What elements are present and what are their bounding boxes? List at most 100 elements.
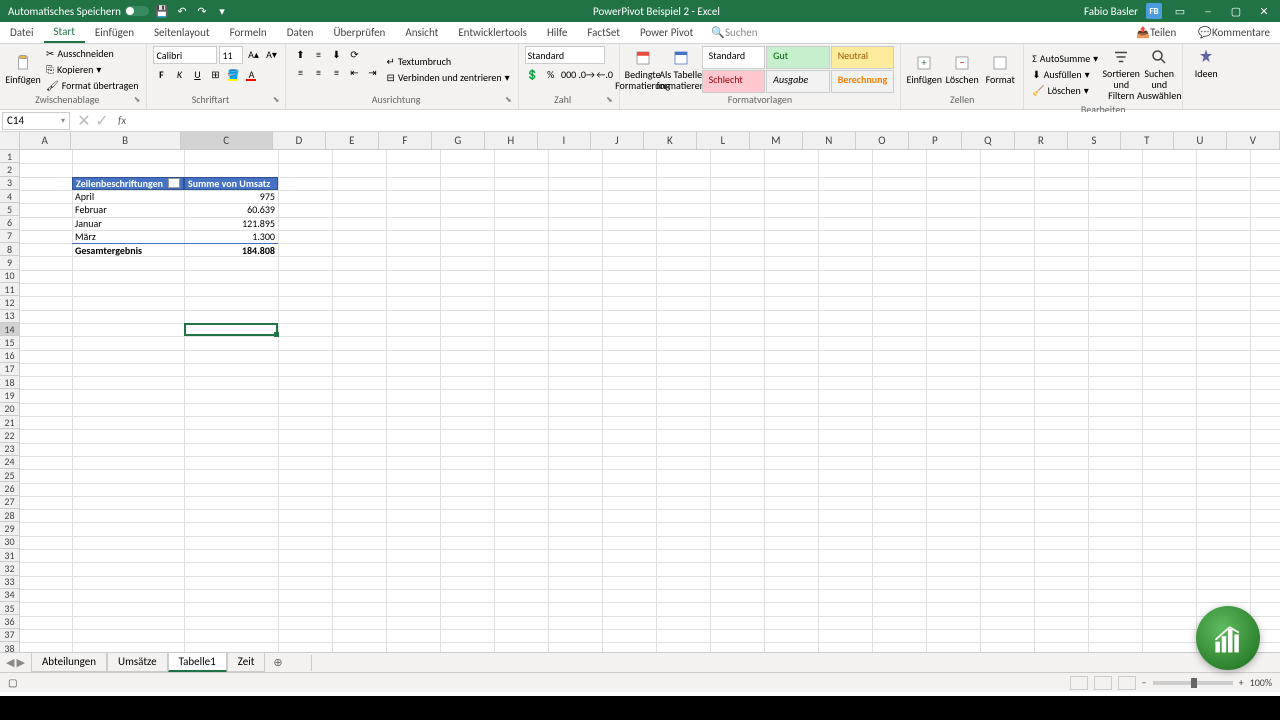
column-header[interactable]: K <box>644 132 697 150</box>
font-name-select[interactable] <box>153 46 217 64</box>
search-box[interactable]: 🔍 Suchen <box>703 22 765 43</box>
row-header[interactable]: 29 <box>0 522 20 535</box>
orientation-icon[interactable]: ⟳ <box>346 46 362 62</box>
minimize-icon[interactable]: ─ <box>1198 4 1218 18</box>
column-header[interactable]: M <box>750 132 803 150</box>
row-header[interactable]: 7 <box>0 230 20 243</box>
bold-button[interactable]: F <box>153 66 169 82</box>
style-schlecht[interactable]: Schlecht <box>702 70 766 93</box>
horizontal-scrollbar[interactable] <box>311 655 1280 671</box>
zoom-in-icon[interactable]: + <box>1239 676 1244 689</box>
name-box[interactable]: C14▾ <box>2 112 70 130</box>
row-header[interactable]: 14 <box>0 323 20 336</box>
font-color-button[interactable]: A <box>243 66 259 82</box>
currency-icon[interactable]: 💲 <box>525 66 541 82</box>
active-cell[interactable] <box>184 323 278 336</box>
column-header[interactable]: L <box>697 132 750 150</box>
row-header[interactable]: 19 <box>0 389 20 402</box>
row-header[interactable]: 5 <box>0 203 20 216</box>
row-header[interactable]: 34 <box>0 589 20 602</box>
spreadsheet-grid[interactable]: ABCDEFGHIJKLMNOPQRSTUV 12345678910111213… <box>0 132 1280 652</box>
indent-decrease-icon[interactable]: ⇤ <box>346 64 362 80</box>
filter-icon[interactable]: ▾ <box>168 178 180 188</box>
align-right-icon[interactable]: ≡ <box>328 64 344 80</box>
insert-cells-button[interactable]: +Einfügen <box>907 46 941 93</box>
row-header[interactable]: 20 <box>0 403 20 416</box>
row-header[interactable]: 33 <box>0 576 20 589</box>
row-header[interactable]: 9 <box>0 256 20 269</box>
style-standard[interactable]: Standard <box>702 46 766 69</box>
indent-increase-icon[interactable]: ⇥ <box>364 64 380 80</box>
row-header[interactable]: 15 <box>0 336 20 349</box>
underline-button[interactable]: U <box>189 66 205 82</box>
row-header[interactable]: 18 <box>0 376 20 389</box>
style-neutral[interactable]: Neutral <box>831 46 895 69</box>
align-bottom-icon[interactable]: ⬇ <box>328 46 344 62</box>
find-select-button[interactable]: Suchen und Auswählen <box>1142 46 1176 103</box>
redo-icon[interactable]: ↷ <box>195 4 209 18</box>
column-header[interactable]: R <box>1015 132 1068 150</box>
clipboard-launcher[interactable]: ⬊ <box>128 95 140 107</box>
row-header[interactable]: 37 <box>0 629 20 642</box>
style-ausgabe[interactable]: Ausgabe <box>766 70 830 93</box>
menu-tab-datei[interactable]: Datei <box>0 22 44 43</box>
comma-icon[interactable]: 000 <box>561 66 577 82</box>
column-header[interactable]: C <box>181 132 273 150</box>
row-header[interactable]: 10 <box>0 270 20 283</box>
row-header[interactable]: 24 <box>0 456 20 469</box>
copy-button[interactable]: ⎘ Kopieren ▾ <box>44 62 140 77</box>
paste-button[interactable]: Einfügen <box>6 46 40 93</box>
row-header[interactable]: 26 <box>0 482 20 495</box>
row-header[interactable]: 11 <box>0 283 20 296</box>
menu-tab-hilfe[interactable]: Hilfe <box>537 22 577 43</box>
autosum-button[interactable]: Σ AutoSumme ▾ <box>1030 51 1100 66</box>
share-button[interactable]: 📤 Teilen <box>1126 26 1186 39</box>
menu-tab-ansicht[interactable]: Ansicht <box>395 22 448 43</box>
align-left-icon[interactable]: ≡ <box>292 64 308 80</box>
column-header[interactable]: P <box>909 132 962 150</box>
fx-icon[interactable]: fx <box>114 114 130 127</box>
column-header[interactable]: O <box>856 132 909 150</box>
save-icon[interactable]: 💾 <box>155 4 169 18</box>
align-launcher[interactable]: ⬊ <box>500 95 512 107</box>
add-sheet-button[interactable]: ⊕ <box>265 656 290 669</box>
border-button[interactable]: ⊞ <box>207 66 223 82</box>
fill-color-button[interactable]: 🪣 <box>225 66 241 82</box>
ribbon-options-icon[interactable]: ▭ <box>1170 4 1190 18</box>
row-header[interactable]: 16 <box>0 349 20 362</box>
increase-font-icon[interactable]: A▴ <box>245 46 261 62</box>
format-cells-button[interactable]: Format <box>983 46 1017 93</box>
row-header[interactable]: 31 <box>0 549 20 562</box>
zoom-slider[interactable] <box>1153 681 1233 685</box>
percent-icon[interactable]: % <box>543 66 559 82</box>
align-center-icon[interactable]: ≡ <box>310 64 326 80</box>
menu-tab-factset[interactable]: FactSet <box>577 22 630 43</box>
zoom-out-icon[interactable]: − <box>1142 676 1147 689</box>
row-header[interactable]: 38 <box>0 642 20 652</box>
menu-tab-daten[interactable]: Daten <box>277 22 324 43</box>
number-format-select[interactable] <box>525 46 605 64</box>
sheet-tab[interactable]: Zeit <box>227 653 266 672</box>
next-sheet-icon[interactable]: ▶ <box>16 656 24 669</box>
italic-button[interactable]: K <box>171 66 187 82</box>
menu-tab-seitenlayout[interactable]: Seitenlayout <box>144 22 220 43</box>
sheet-tab[interactable]: Abteilungen <box>31 653 107 672</box>
page-break-view-icon[interactable] <box>1118 676 1136 690</box>
menu-tab-start[interactable]: Start <box>44 22 85 43</box>
row-header[interactable]: 22 <box>0 429 20 442</box>
ideas-button[interactable]: Ideen <box>1189 46 1223 81</box>
cut-button[interactable]: ✂ Ausschneiden <box>44 46 140 61</box>
style-gut[interactable]: Gut <box>766 46 830 69</box>
column-header[interactable]: N <box>803 132 856 150</box>
row-header[interactable]: 13 <box>0 310 20 323</box>
comments-button[interactable]: 💬 Kommentare <box>1188 26 1280 39</box>
row-header[interactable]: 2 <box>0 163 20 176</box>
decrease-font-icon[interactable]: A▾ <box>263 46 279 62</box>
wrap-text-button[interactable]: ↵ Textumbruch <box>384 54 511 69</box>
autosave-toggle[interactable]: Automatisches Speichern <box>8 5 149 18</box>
column-header[interactable]: Q <box>962 132 1015 150</box>
menu-tab-überprüfen[interactable]: Überprüfen <box>323 22 395 43</box>
column-header[interactable]: F <box>379 132 432 150</box>
user-avatar[interactable]: FB <box>1146 3 1162 19</box>
row-header[interactable]: 12 <box>0 296 20 309</box>
